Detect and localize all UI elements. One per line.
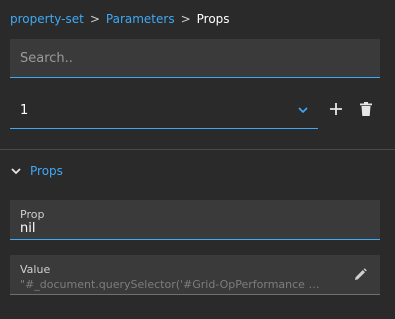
value-field[interactable]: Value "#_document.querySelector('#Grid-O… [10, 255, 380, 295]
prop-value: nil [20, 221, 36, 236]
search-box [10, 39, 380, 78]
chevron-down-icon [11, 168, 21, 175]
breadcrumb-parameters-link[interactable]: Parameters [106, 12, 175, 26]
divider [0, 149, 395, 150]
section-title: Props [30, 164, 63, 178]
prop-field[interactable]: Prop nil [10, 200, 380, 240]
parameter-select[interactable]: 1 [10, 91, 318, 129]
select-value: 1 [20, 103, 29, 118]
breadcrumb-separator: > [89, 12, 100, 26]
value-text: "#_document.querySelector('#Grid-OpPerfo… [20, 278, 320, 291]
search-input[interactable] [10, 39, 380, 77]
plus-icon[interactable] [328, 101, 344, 117]
breadcrumb-root-link[interactable]: property-set [10, 12, 84, 26]
breadcrumb-separator: > [180, 12, 191, 26]
breadcrumb-current: Props [196, 12, 230, 26]
section-toggle-props[interactable]: Props [10, 162, 63, 180]
chevron-down-icon[interactable] [297, 104, 309, 116]
breadcrumb: property-set > Parameters > Props [10, 11, 230, 27]
value-label: Value [20, 263, 51, 276]
trash-icon[interactable] [358, 101, 374, 117]
pencil-icon[interactable] [352, 267, 368, 283]
prop-label: Prop [20, 208, 45, 221]
